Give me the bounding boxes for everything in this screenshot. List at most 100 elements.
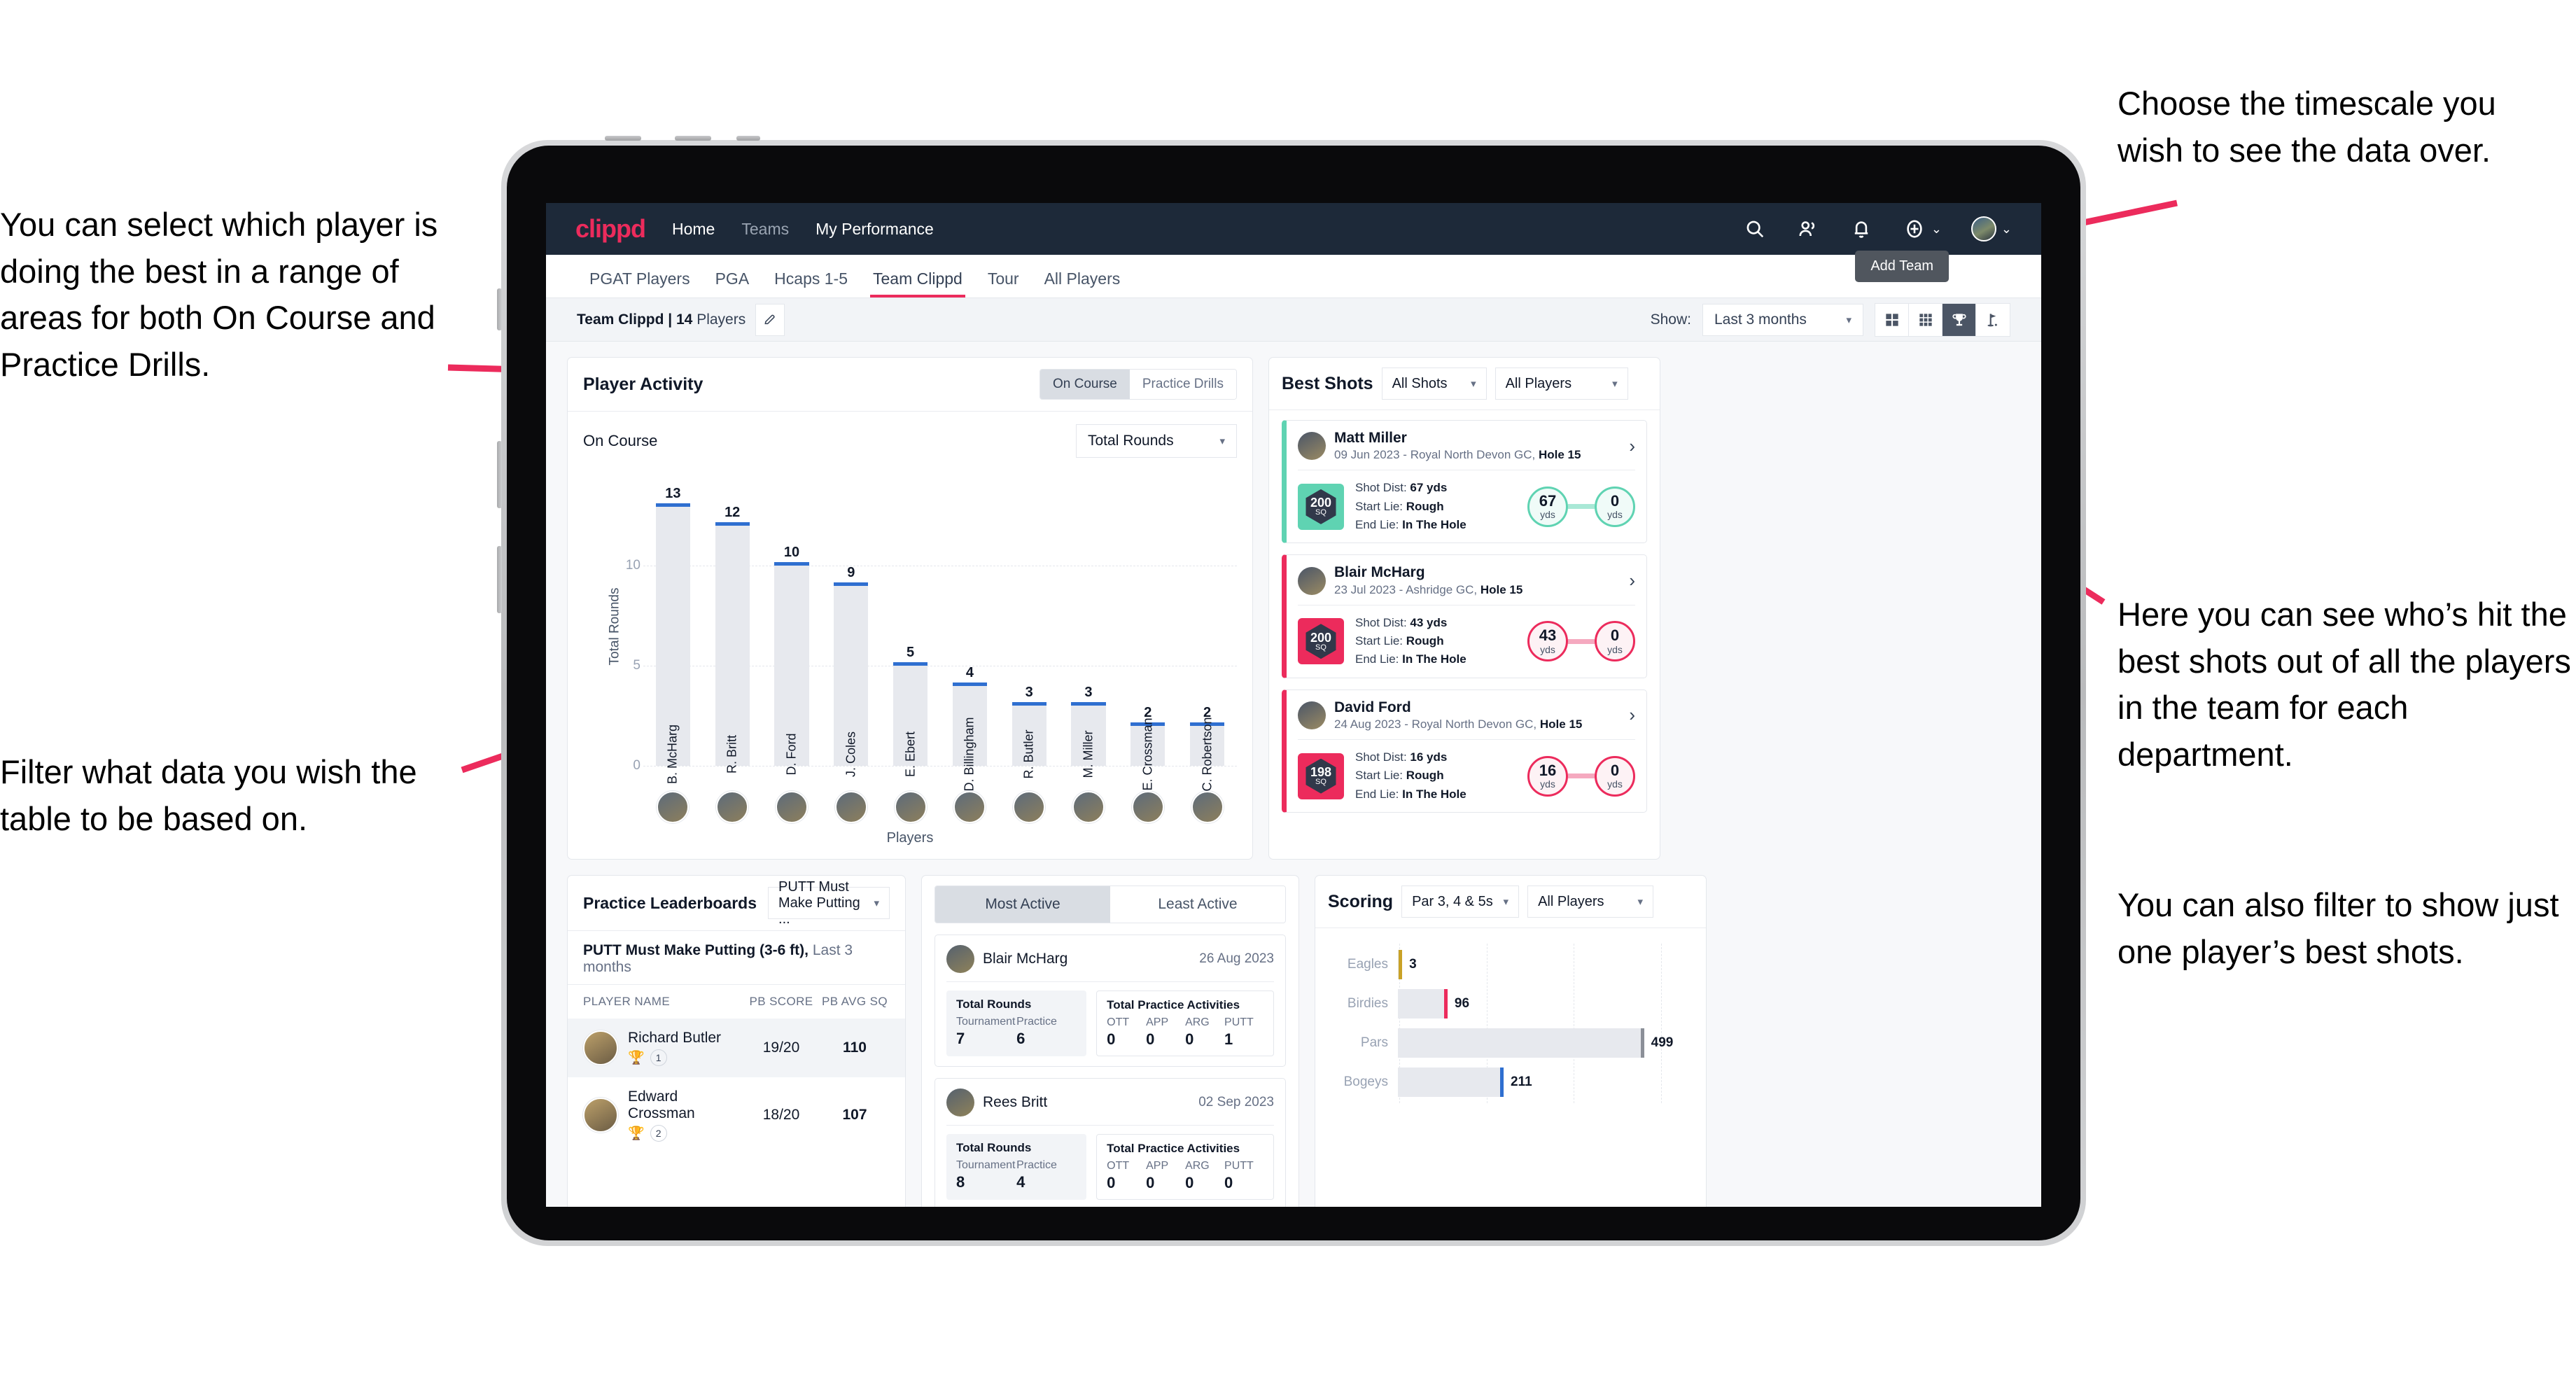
leaderboard-rows: Richard Butler 🏆 1 19/20 110 Edward Crossman 🏆… — [568, 1018, 905, 1153]
activity-item-header: Rees Britt 02 Sep 2023 — [946, 1088, 1274, 1126]
activity-list: Blair McHarg 26 Aug 2023 Total Rounds Tourn… — [922, 934, 1298, 1207]
chevron-right-icon[interactable]: › — [1629, 570, 1635, 592]
chevron-right-icon[interactable]: › — [1629, 704, 1635, 726]
scoring-row[interactable]: Bogeys 211 — [1331, 1063, 1690, 1102]
view-toggle-trophy[interactable] — [1942, 303, 1976, 336]
chevron-right-icon[interactable]: › — [1629, 435, 1635, 457]
player-activity-chart: Total Rounds 0 5 10 13 B. McHarg 12 R. Britt 1… — [568, 462, 1252, 792]
chart-bar-column[interactable]: 10 D. Ford — [762, 486, 822, 776]
start-lie-line: Start Lie: Rough — [1355, 498, 1466, 516]
nav-actions: ⌄ ⌄ — [1743, 216, 2012, 241]
add-menu[interactable]: ⌄ — [1903, 217, 1942, 241]
scoring-track: 96 — [1398, 984, 1690, 1023]
best-shot-card[interactable]: Matt Miller 09 Jun 2023 - Royal North Dev… — [1282, 420, 1647, 544]
table-row[interactable]: Richard Butler 🏆 1 19/20 110 — [568, 1018, 905, 1077]
rank-badge: 2 — [650, 1125, 667, 1142]
best-shot-player-name: Blair McHarg — [1334, 564, 1425, 581]
team-name-label: Team Clippd | 14 Players — [577, 312, 746, 328]
profile-menu[interactable]: ⌄ — [1970, 216, 2012, 241]
avatar[interactable] — [657, 791, 690, 823]
activity-tabs: Most Active Least Active — [934, 886, 1286, 923]
tab-hcaps-1-5[interactable]: Hcaps 1-5 — [762, 270, 860, 298]
chart-bar-column[interactable]: 3 R. Butler — [1000, 486, 1059, 779]
chart-bar-label: D. Ford — [784, 733, 799, 776]
people-icon[interactable] — [1796, 217, 1820, 241]
shot-quality-badge: 200 SQ — [1298, 618, 1344, 665]
search-icon[interactable] — [1743, 217, 1767, 241]
view-toggle-grid-3x3[interactable] — [1909, 303, 1942, 336]
timescale-select[interactable]: Last 3 months ▾ — [1702, 303, 1863, 336]
scoring-row[interactable]: Birdies 96 — [1331, 984, 1690, 1023]
avatar[interactable] — [1131, 791, 1164, 823]
scoring-par-filter[interactable]: Par 3, 4 & 5s ▾ — [1401, 886, 1520, 918]
chart-bar-column[interactable]: 2 C. Robertson — [1177, 486, 1237, 792]
avatar[interactable] — [834, 791, 867, 823]
bell-icon[interactable] — [1849, 217, 1873, 241]
avatar[interactable] — [1072, 791, 1105, 823]
timescale-value: Last 3 months — [1714, 311, 1807, 328]
player-activity-title: Player Activity — [583, 374, 704, 394]
tab-pgat-players[interactable]: PGAT Players — [577, 270, 703, 298]
best-shot-card[interactable]: Blair McHarg 23 Jul 2023 - Ashridge GC, H… — [1282, 554, 1647, 678]
tab-pga[interactable]: PGA — [703, 270, 762, 298]
chart-bar-label: J. Coles — [844, 731, 858, 778]
scoring-row[interactable]: Eagles 3 — [1331, 945, 1690, 984]
best-shots-shot-filter[interactable]: All Shots ▾ — [1381, 368, 1487, 400]
scoring-row[interactable]: Pars 499 — [1331, 1023, 1690, 1063]
drill-select[interactable]: PUTT Must Make Putting ... ▾ — [768, 879, 890, 927]
trophy-icon: 🏆 — [628, 1126, 645, 1141]
view-toggle-grid-2x2[interactable] — [1875, 303, 1909, 336]
avatar[interactable] — [1013, 791, 1046, 823]
avatar[interactable] — [1970, 216, 1996, 241]
best-shot-card[interactable]: David Ford 24 Aug 2023 - Royal North Devo… — [1282, 689, 1647, 813]
plus-circle-icon[interactable] — [1903, 217, 1926, 241]
chart-bar-column[interactable]: 5 E. Ebert — [881, 486, 940, 777]
end-lie-line: End Lie: In The Hole — [1355, 516, 1466, 534]
chart-bar-value: 13 — [665, 486, 681, 501]
tab-most-active[interactable]: Most Active — [935, 886, 1110, 923]
chart-bar-column[interactable]: 4 D. Billingham — [940, 486, 1000, 792]
chart-bar-column[interactable]: 3 M. Miller — [1059, 486, 1119, 778]
chart-bar-column[interactable]: 12 R. Britt — [703, 486, 762, 774]
practice-key: OTT — [1107, 1160, 1130, 1172]
nav-link-my-performance[interactable]: My Performance — [816, 220, 934, 239]
nav-link-home[interactable]: Home — [672, 220, 715, 239]
trophy-icon: 🏆 — [628, 1051, 645, 1065]
activity-item[interactable]: Blair McHarg 26 Aug 2023 Total Rounds Tourn… — [934, 934, 1286, 1067]
segment-practice-drills[interactable]: Practice Drills — [1129, 370, 1236, 399]
chart-bar: M. Miller — [1071, 702, 1106, 778]
rounds-col: Tournament 8 — [956, 1159, 1016, 1191]
best-shot-body: 198 SQ Shot Dist: 16 yds Start Lie: Rough En… — [1298, 740, 1635, 804]
best-shots-header: Best Shots All Shots ▾ All Players ▾ — [1269, 358, 1660, 410]
view-toggle-golf-flag[interactable] — [1976, 304, 2010, 336]
avatar[interactable] — [716, 791, 749, 823]
best-shots-player-filter[interactable]: All Players ▾ — [1494, 368, 1628, 400]
metric-select[interactable]: Total Rounds ▾ — [1076, 424, 1237, 458]
activity-item[interactable]: Rees Britt 02 Sep 2023 Total Rounds Tournam… — [934, 1078, 1286, 1207]
avatar[interactable] — [953, 791, 986, 823]
from-unit: yds — [1540, 643, 1555, 655]
drill-subtitle: PUTT Must Make Putting (3-6 ft), Last 3 … — [568, 931, 905, 985]
tab-tour[interactable]: Tour — [975, 270, 1032, 298]
table-row[interactable]: Edward Crossman 🏆 2 18/20 107 — [568, 1077, 905, 1153]
scoring-track: 3 — [1398, 945, 1690, 984]
practice-col: OTT 0 — [1107, 1160, 1146, 1192]
chart-bar-column[interactable]: 9 J. Coles — [821, 486, 881, 777]
scoring-player-filter[interactable]: All Players ▾ — [1527, 886, 1654, 918]
nav-link-teams[interactable]: Teams — [741, 220, 789, 239]
edit-team-button[interactable] — [755, 303, 785, 336]
chart-bar-column[interactable]: 13 B. McHarg — [643, 486, 703, 784]
segment-on-course[interactable]: On Course — [1040, 370, 1130, 399]
avatar — [1298, 566, 1326, 595]
chevron-down-icon: ▾ — [1219, 435, 1225, 447]
clippd-logo[interactable]: clippd — [575, 214, 646, 244]
tab-team-clippd[interactable]: Team Clippd — [860, 270, 975, 298]
avatar[interactable] — [894, 791, 927, 823]
tab-least-active[interactable]: Least Active — [1110, 886, 1285, 923]
shot-dist-label: Shot Dist: — [1355, 615, 1410, 629]
avatar[interactable] — [1191, 791, 1224, 823]
chart-bar-column[interactable]: 2 E. Crossman — [1118, 486, 1177, 791]
tab-all-players[interactable]: All Players — [1032, 270, 1133, 298]
avatar[interactable] — [775, 791, 808, 823]
practice-value: 0 — [1107, 1030, 1116, 1048]
